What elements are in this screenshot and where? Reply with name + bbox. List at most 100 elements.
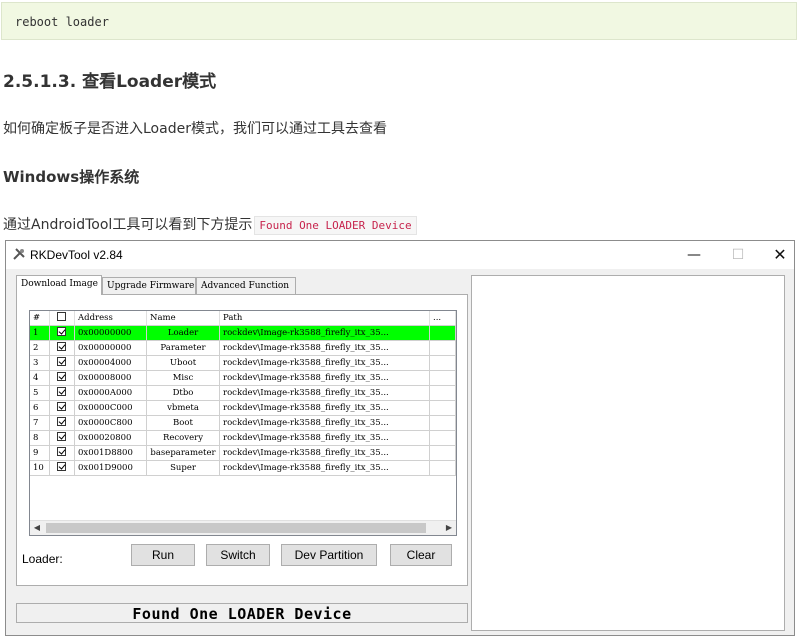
intro-paragraph: 如何确定板子是否进入Loader模式，我们可以通过工具去查看 (3, 121, 387, 137)
code-block: reboot loader (1, 2, 797, 40)
row-num: 5 (30, 386, 50, 401)
row-path: rockdev\Image-rk3588_firefly_itx_35... (220, 356, 430, 371)
row-more (430, 461, 456, 476)
row-more (430, 356, 456, 371)
row-checkbox[interactable] (57, 357, 66, 366)
close-button[interactable]: ✕ (758, 241, 800, 269)
row-more (430, 416, 456, 431)
row-check[interactable] (50, 341, 75, 356)
row-check[interactable] (50, 371, 75, 386)
row-path: rockdev\Image-rk3588_firefly_itx_35... (220, 371, 430, 386)
row-address: 0x0000C800 (75, 416, 147, 431)
row-address: 0x0000C000 (75, 401, 147, 416)
row-more (430, 386, 456, 401)
scroll-thumb[interactable] (46, 523, 426, 533)
row-check[interactable] (50, 401, 75, 416)
row-checkbox[interactable] (57, 327, 66, 336)
row-path: rockdev\Image-rk3588_firefly_itx_35... (220, 341, 430, 356)
os-subheading: Windows操作系统 (3, 168, 140, 186)
row-path: rockdev\Image-rk3588_firefly_itx_35... (220, 446, 430, 461)
rkdevtool-window: RKDevTool v2.84 — ☐ ✕ Download Image Upg… (5, 240, 795, 636)
row-path: rockdev\Image-rk3588_firefly_itx_35... (220, 416, 430, 431)
row-checkbox[interactable] (57, 342, 66, 351)
row-check[interactable] (50, 356, 75, 371)
table-row[interactable]: 7 0x0000C800 Boot rockdev\Image-rk3588_fire… (30, 416, 456, 431)
select-all-checkbox[interactable] (57, 312, 66, 321)
table-row[interactable]: 8 0x00020800 Recovery rockdev\Image-rk3588_… (30, 431, 456, 446)
table-row[interactable]: 4 0x00008000 Misc rockdev\Image-rk3588_fire… (30, 371, 456, 386)
clear-button[interactable]: Clear (390, 544, 452, 566)
row-path: rockdev\Image-rk3588_firefly_itx_35... (220, 401, 430, 416)
row-path: rockdev\Image-rk3588_firefly_itx_35... (220, 431, 430, 446)
row-check[interactable] (50, 416, 75, 431)
tab-advanced-function[interactable]: Advanced Function (196, 277, 296, 294)
row-check[interactable] (50, 446, 75, 461)
horizontal-scrollbar[interactable]: ◀ ▶ (30, 520, 456, 535)
table-row[interactable]: 6 0x0000C000 vbmeta rockdev\Image-rk3588_fi… (30, 401, 456, 416)
row-num: 8 (30, 431, 50, 446)
row-path: rockdev\Image-rk3588_firefly_itx_35... (220, 326, 430, 341)
row-checkbox[interactable] (57, 372, 66, 381)
download-image-pane: # Address Name Path ... 1 0x00000000 Loade… (16, 294, 468, 586)
scroll-left-icon[interactable]: ◀ (30, 521, 44, 535)
scroll-right-icon[interactable]: ▶ (442, 521, 456, 535)
dev-partition-button[interactable]: Dev Partition (281, 544, 377, 566)
row-num: 10 (30, 461, 50, 476)
row-checkbox[interactable] (57, 417, 66, 426)
tab-upgrade-firmware[interactable]: Upgrade Firmware (102, 277, 196, 294)
row-name: Parameter (147, 341, 220, 356)
row-checkbox[interactable] (57, 402, 66, 411)
table-row[interactable]: 5 0x0000A000 Dtbo rockdev\Image-rk3588_fire… (30, 386, 456, 401)
title-bar[interactable]: RKDevTool v2.84 — ☐ ✕ (6, 241, 794, 269)
row-address: 0x001D8800 (75, 446, 147, 461)
row-address: 0x00008000 (75, 371, 147, 386)
table-row[interactable]: 3 0x00004000 Uboot rockdev\Image-rk3588_fir… (30, 356, 456, 371)
row-check[interactable] (50, 386, 75, 401)
table-header: # Address Name Path ... (30, 311, 456, 326)
row-name: Loader (147, 326, 220, 341)
header-check[interactable] (50, 311, 75, 326)
maximize-button[interactable]: ☐ (716, 241, 760, 269)
row-check[interactable] (50, 431, 75, 446)
row-more (430, 401, 456, 416)
status-bar: Found One LOADER Device (16, 603, 468, 623)
row-name: Recovery (147, 431, 220, 446)
row-name: Uboot (147, 356, 220, 371)
row-num: 4 (30, 371, 50, 386)
header-path: Path (220, 311, 430, 326)
row-name: vbmeta (147, 401, 220, 416)
row-more (430, 371, 456, 386)
minimize-button[interactable]: — (672, 241, 716, 269)
window-title: RKDevTool v2.84 (30, 248, 123, 262)
row-num: 3 (30, 356, 50, 371)
row-checkbox[interactable] (57, 432, 66, 441)
row-checkbox[interactable] (57, 387, 66, 396)
row-name: Dtbo (147, 386, 220, 401)
row-address: 0x001D9000 (75, 461, 147, 476)
row-more (430, 341, 456, 356)
row-name: Boot (147, 416, 220, 431)
row-checkbox[interactable] (57, 447, 66, 456)
row-address: 0x00000000 (75, 341, 147, 356)
row-num: 2 (30, 341, 50, 356)
log-output[interactable] (471, 275, 785, 631)
header-address: Address (75, 311, 147, 326)
row-address: 0x00020800 (75, 431, 147, 446)
run-button[interactable]: Run (131, 544, 195, 566)
table-row[interactable]: 2 0x00000000 Parameter rockdev\Image-rk3588… (30, 341, 456, 356)
tool-text: 通过AndroidTool工具可以看到下方提示 (3, 217, 253, 233)
row-more (430, 431, 456, 446)
row-num: 7 (30, 416, 50, 431)
switch-button[interactable]: Switch (206, 544, 270, 566)
table-row[interactable]: 1 0x00000000 Loader rockdev\Image-rk3588_fi… (30, 326, 456, 341)
row-check[interactable] (50, 326, 75, 341)
partition-table: # Address Name Path ... 1 0x00000000 Loade… (29, 310, 457, 536)
header-more: ... (430, 311, 456, 326)
row-num: 6 (30, 401, 50, 416)
row-check[interactable] (50, 461, 75, 476)
row-checkbox[interactable] (57, 462, 66, 471)
table-row[interactable]: 9 0x001D8800 baseparameter rockdev\Image-rk… (30, 446, 456, 461)
row-address: 0x0000A000 (75, 386, 147, 401)
tab-download-image[interactable]: Download Image (16, 275, 102, 295)
table-row[interactable]: 10 0x001D9000 Super rockdev\Image-rk3588_fi… (30, 461, 456, 476)
